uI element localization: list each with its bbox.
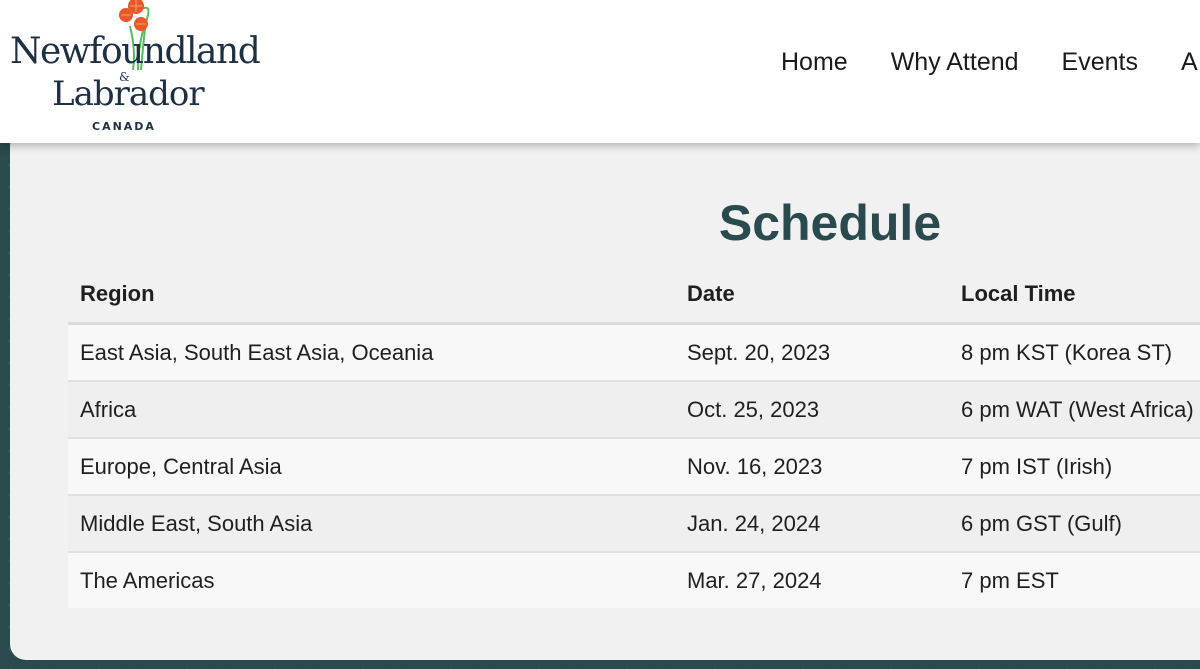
nav-item-truncated[interactable]: A: [1181, 48, 1198, 77]
cell-local-time: 6 pm GST (Gulf): [949, 495, 1200, 553]
site-logo[interactable]: Newfoundland & Labrador CANADA: [8, 0, 261, 140]
column-header-local-time: Local Time: [949, 265, 1200, 325]
nav-item-why-attend[interactable]: Why Attend: [891, 48, 1019, 77]
cell-region: The Americas: [68, 552, 675, 608]
logo-text-labrador: Labrador: [52, 74, 205, 114]
page-title: Schedule: [718, 194, 942, 251]
column-header-date: Date: [675, 265, 949, 325]
table-row: Middle East, South Asia Jan. 24, 2024 6 …: [68, 495, 1200, 553]
cell-local-time: 6 pm WAT (West Africa): [949, 381, 1200, 439]
table-row: Europe, Central Asia Nov. 16, 2023 7 pm …: [68, 438, 1200, 496]
cell-date: Nov. 16, 2023: [675, 438, 949, 496]
cell-region: East Asia, South East Asia, Oceania: [68, 323, 675, 382]
table-row: The Americas Mar. 27, 2024 7 pm EST: [68, 552, 1200, 608]
logo-text-canada: CANADA: [92, 120, 156, 133]
cell-region: Middle East, South Asia: [68, 495, 675, 553]
main-nav: Home Why Attend Events A: [781, 48, 1200, 77]
cell-date: Mar. 27, 2024: [675, 552, 949, 608]
table-row: East Asia, South East Asia, Oceania Sept…: [68, 323, 1200, 382]
cell-local-time: 7 pm IST (Irish): [949, 438, 1200, 496]
site-header: Newfoundland & Labrador CANADA Home Why …: [0, 0, 1200, 143]
table-row: Africa Oct. 25, 2023 6 pm WAT (West Afri…: [68, 381, 1200, 439]
cell-local-time: 7 pm EST: [949, 552, 1200, 608]
schedule-card: Schedule Region Date Local Time East Asi…: [10, 130, 1200, 660]
logo-text-newfoundland: Newfoundland: [10, 31, 261, 72]
cell-region: Africa: [68, 381, 675, 439]
nav-item-home[interactable]: Home: [781, 48, 848, 77]
cell-date: Oct. 25, 2023: [675, 381, 949, 439]
cell-local-time: 8 pm KST (Korea ST): [949, 323, 1200, 382]
schedule-table: Region Date Local Time East Asia, South …: [68, 265, 1200, 608]
cell-date: Sept. 20, 2023: [675, 323, 949, 382]
column-header-region: Region: [68, 265, 675, 325]
cell-date: Jan. 24, 2024: [675, 495, 949, 553]
table-header-row: Region Date Local Time: [68, 265, 1200, 325]
cell-region: Europe, Central Asia: [68, 438, 675, 496]
nav-item-events[interactable]: Events: [1062, 48, 1138, 77]
